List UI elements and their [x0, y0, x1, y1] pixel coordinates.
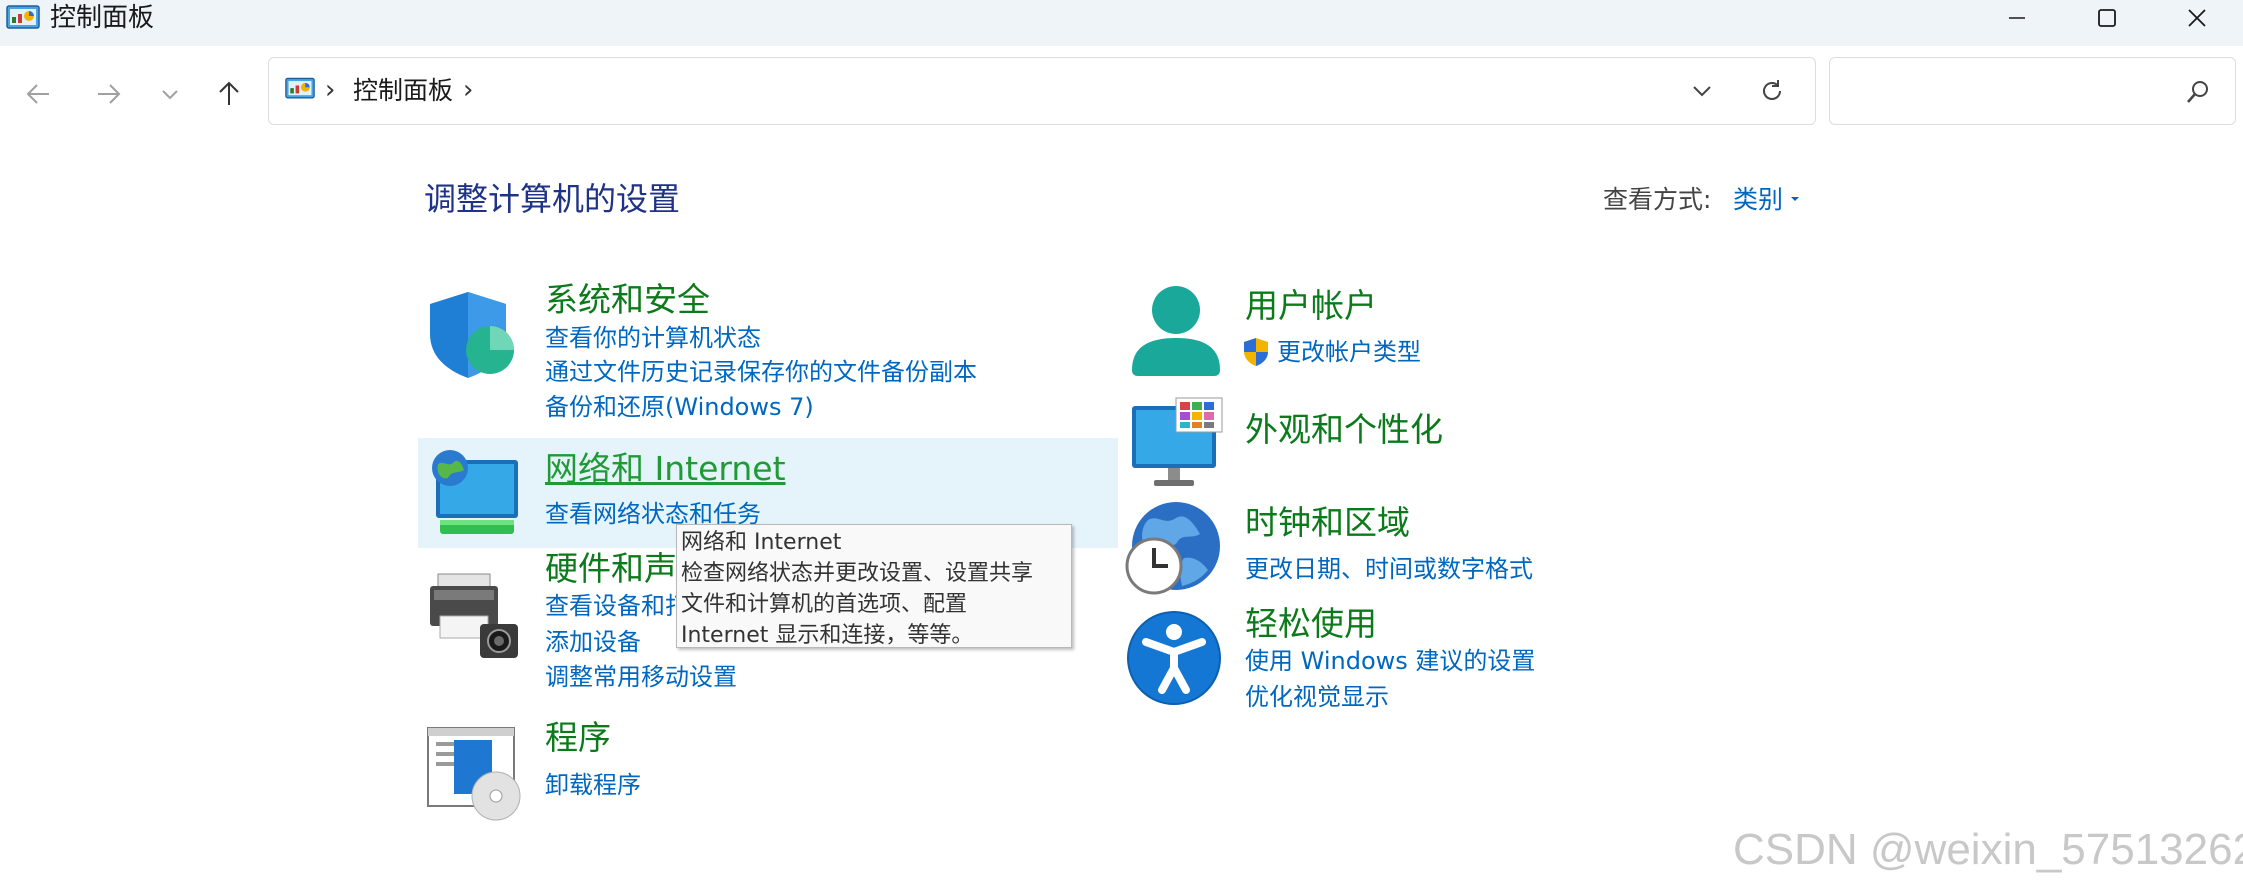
breadcrumb-control-panel[interactable]: 控制面板 — [353, 71, 453, 111]
link-view-computer-status[interactable]: 查看你的计算机状态 — [545, 321, 761, 355]
chevron-down-icon — [162, 90, 178, 100]
page-title: 调整计算机的设置 — [424, 180, 681, 218]
category-title-network-internet[interactable]: 网络和 Internet — [545, 448, 786, 490]
category-title-clock-region[interactable]: 时钟和区域 — [1245, 502, 1410, 544]
window-title: 控制面板 — [50, 3, 155, 33]
title-bar: 控制面板 — [0, 0, 2243, 46]
search-box[interactable] — [1829, 57, 2236, 125]
dropdown-arrow-icon[interactable] — [1790, 194, 1800, 204]
recent-locations-button[interactable] — [148, 72, 192, 116]
arrow-left-icon — [26, 84, 49, 104]
category-title-system-security[interactable]: 系统和安全 — [545, 279, 710, 321]
shield-icon — [430, 292, 514, 378]
tooltip-line: 网络和 Internet — [681, 530, 842, 555]
link-date-time-format[interactable]: 更改日期、时间或数字格式 — [1245, 552, 1533, 586]
category-title-programs[interactable]: 程序 — [545, 717, 611, 759]
maximize-icon — [2098, 9, 2116, 27]
refresh-button[interactable] — [1757, 76, 1787, 106]
control-panel-icon — [285, 77, 315, 99]
category-title-ease-of-access[interactable]: 轻松使用 — [1245, 603, 1377, 645]
up-button[interactable] — [207, 72, 251, 116]
watermark: CSDN @weixin_57513262 — [1733, 825, 2243, 874]
arrow-right-icon — [98, 84, 121, 104]
breadcrumb-separator[interactable]: › — [463, 70, 473, 110]
globe-clock-icon — [1125, 502, 1220, 595]
link-optimize-visual-display[interactable]: 优化视觉显示 — [1245, 680, 1389, 714]
link-recommended-settings[interactable]: 使用 Windows 建议的设置 — [1245, 644, 1535, 678]
user-icon — [1132, 286, 1220, 376]
monitor-palette-icon — [1132, 397, 1223, 486]
link-mobility-settings[interactable]: 调整常用移动设置 — [545, 660, 737, 694]
close-icon — [2188, 9, 2206, 27]
link-uninstall-program[interactable]: 卸载程序 — [545, 768, 641, 802]
forward-button[interactable] — [86, 72, 130, 116]
category-title-appearance[interactable]: 外观和个性化 — [1245, 409, 1443, 451]
category-title-user-accounts[interactable]: 用户帐户 — [1245, 285, 1377, 327]
search-input[interactable] — [1840, 70, 2174, 114]
view-by-label: 查看方式: — [1603, 185, 1712, 214]
minimize-icon — [2009, 17, 2025, 19]
search-icon[interactable] — [2182, 76, 2214, 108]
address-bar[interactable]: › 控制面板 › — [268, 57, 1816, 125]
refresh-icon — [1763, 80, 1781, 100]
back-button[interactable] — [17, 72, 61, 116]
control-panel-icon — [6, 5, 40, 29]
close-button[interactable] — [2152, 0, 2242, 36]
address-history-button[interactable] — [1687, 76, 1717, 106]
tooltip-line: 检查网络状态并更改设置、设置共享 — [681, 561, 1034, 586]
maximize-button[interactable] — [2062, 0, 2152, 36]
accessibility-icon — [1127, 611, 1221, 705]
link-file-history-backup[interactable]: 通过文件历史记录保存你的文件备份副本 — [545, 355, 977, 389]
globe-monitor-icon — [432, 450, 518, 534]
printer-camera-icon — [430, 573, 518, 658]
arrow-up-icon — [219, 81, 239, 105]
network-tooltip: 网络和 Internet 检查网络状态并更改设置、设置共享 文件和计算机的首选项… — [676, 524, 1072, 648]
program-disc-icon — [427, 727, 521, 821]
minimize-button[interactable] — [1972, 0, 2062, 36]
link-add-device[interactable]: 添加设备 — [545, 625, 641, 659]
link-change-account-type[interactable]: 更改帐户类型 — [1277, 335, 1421, 369]
breadcrumb-separator[interactable]: › — [325, 70, 335, 110]
tooltip-line: 文件和计算机的首选项、配置 — [681, 592, 968, 617]
view-by-dropdown[interactable]: 类别 — [1733, 182, 1783, 218]
uac-shield-icon — [1244, 338, 1268, 366]
link-backup-restore[interactable]: 备份和还原(Windows 7) — [545, 390, 814, 424]
chevron-down-icon — [1693, 86, 1711, 97]
tooltip-line: Internet 显示和连接，等等。 — [681, 623, 974, 648]
